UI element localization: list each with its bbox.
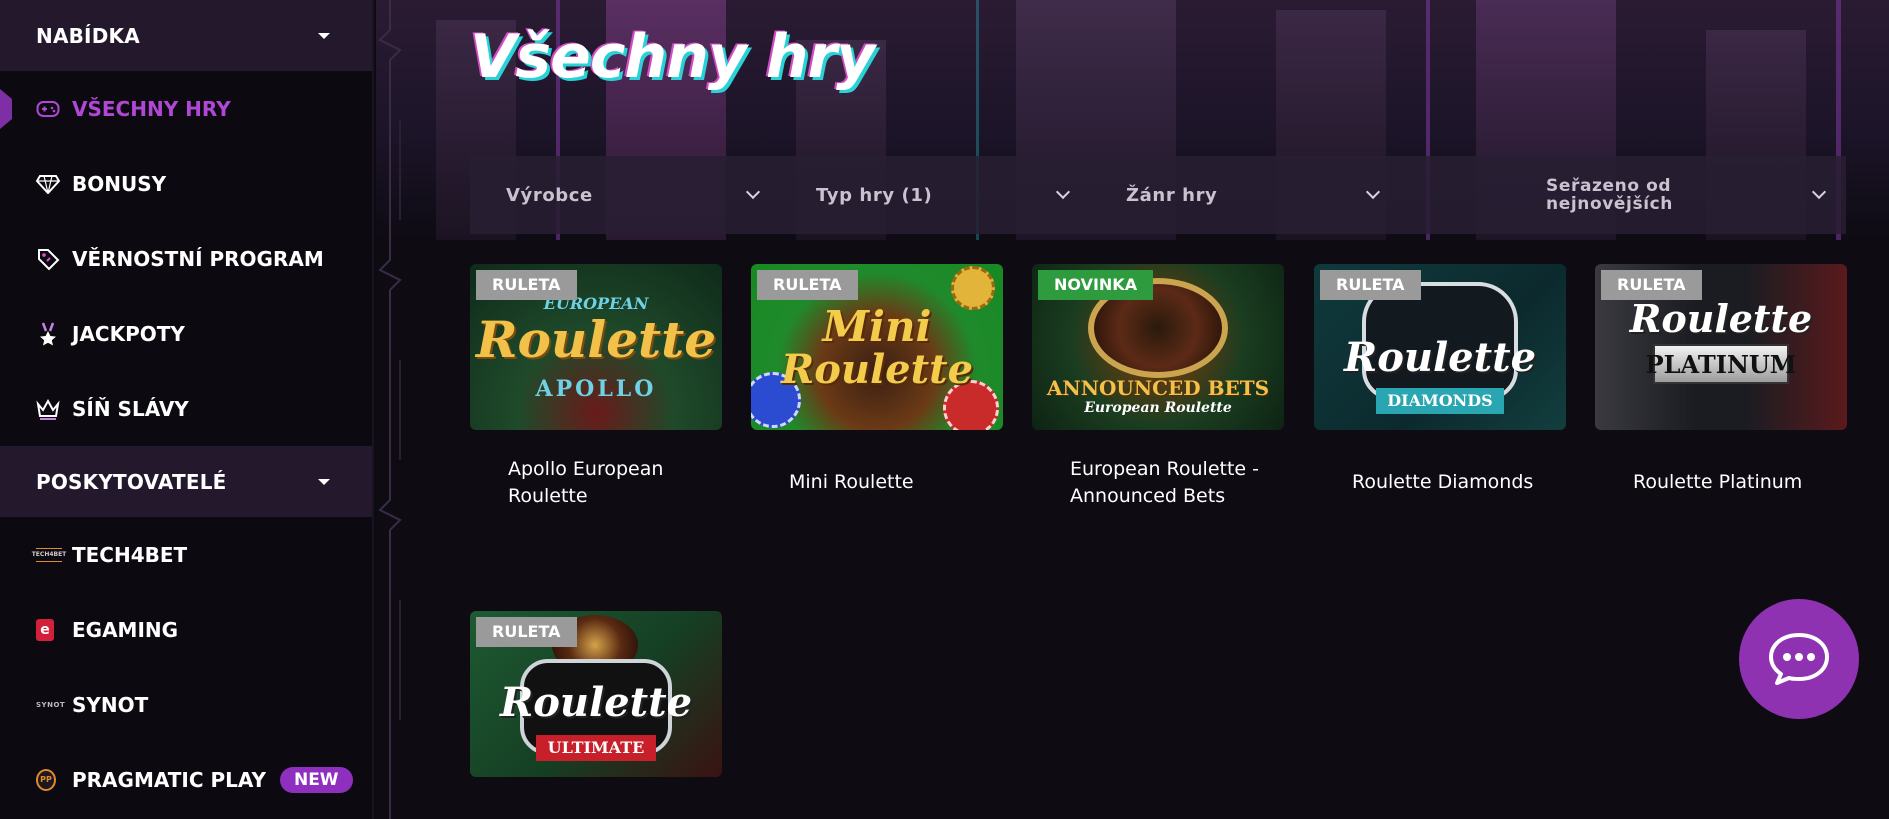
game-title[interactable]: Roulette Diamonds <box>1314 469 1566 496</box>
game-logo-sub: APOLLO <box>535 376 657 402</box>
chevron-down-icon <box>745 184 761 200</box>
chevron-down-icon <box>1055 184 1071 200</box>
synot-logo: SYNOT <box>36 700 66 709</box>
game-logo-main: Roulette <box>475 310 717 369</box>
app-root: NABÍDKA VŠECHNY HRY BONUSY VĚRNOSTNÍ PRO… <box>0 0 1889 819</box>
provider-item-pragmatic-play[interactable]: PP PRAGMATIC PLAY NEW <box>0 742 372 817</box>
game-card-roulette-platinum[interactable]: Roulette PLATINUM RULETA Roulette Platin… <box>1595 264 1847 496</box>
sidebar-item-label: JACKPOTY <box>72 321 185 346</box>
active-indicator <box>0 89 12 129</box>
menu-section-label: NABÍDKA <box>36 23 140 48</box>
game-logo-main: Roulette <box>780 346 974 393</box>
game-logo-sub: European Roulette <box>1084 400 1232 416</box>
menu-section-header[interactable]: NABÍDKA <box>0 0 372 71</box>
providers-section-label: POSKYTOVATELÉ <box>36 469 227 494</box>
sidebar-item-jackpots[interactable]: JACKPOTY <box>0 296 372 371</box>
game-logo-main: Roulette <box>1629 296 1813 341</box>
sidebar-item-all-games[interactable]: VŠECHNY HRY <box>0 71 372 146</box>
caret-down-icon <box>318 32 330 39</box>
filter-vendor-dropdown[interactable]: Výrobce <box>470 156 780 234</box>
game-category-badge: RULETA <box>476 617 577 647</box>
game-thumbnail[interactable]: Roulette DIAMONDS RULETA <box>1314 264 1566 430</box>
game-card-roulette-ultimate[interactable]: Roulette ULTIMATE RULETA <box>470 611 722 777</box>
chevron-down-icon <box>1811 184 1827 200</box>
provider-item-egaming[interactable]: e EGAMING <box>0 592 372 667</box>
caret-down-icon <box>318 478 330 485</box>
game-logo-main: Roulette <box>1343 334 1537 381</box>
medal-icon <box>36 322 60 346</box>
diamond-icon <box>36 172 60 196</box>
game-logo-sub: PLATINUM <box>1645 350 1797 379</box>
sidebar-item-bonuses[interactable]: BONUSY <box>0 146 372 221</box>
chat-bubble-icon <box>1769 633 1829 685</box>
crown-icon <box>36 397 60 421</box>
game-card-roulette-diamonds[interactable]: Roulette DIAMONDS RULETA Roulette Diamon… <box>1314 264 1566 496</box>
provider-item-label: PRAGMATIC PLAY <box>72 767 266 792</box>
game-logo-main: ANNOUNCED BETS <box>1046 376 1270 400</box>
game-title[interactable]: European Roulette - Announced Bets <box>1032 456 1284 510</box>
game-thumbnail[interactable]: EUROPEAN Roulette APOLLO RULETA <box>470 264 722 430</box>
main-content: Všechny hry Výrobce Typ hry (1) Žánr hry… <box>376 0 1889 819</box>
provider-item-label: EGAMING <box>72 617 179 642</box>
game-category-badge: RULETA <box>1601 270 1702 300</box>
game-card-mini-roulette[interactable]: Mini Roulette RULETA Mini Roulette <box>751 264 1003 496</box>
game-logo-top: Mini <box>822 302 932 351</box>
game-card-european-roulette-announced-bets[interactable]: ANNOUNCED BETS European Roulette NOVINKA… <box>1032 264 1284 510</box>
game-title[interactable]: Mini Roulette <box>751 469 1003 496</box>
game-title[interactable]: Apollo European Roulette <box>470 456 722 510</box>
sort-dropdown[interactable]: Seřazeno od nejnovějších <box>1400 156 1846 234</box>
filter-label: Typ hry (1) <box>816 184 933 206</box>
game-category-badge: NOVINKA <box>1038 270 1154 300</box>
provider-item-label: SYNOT <box>72 692 149 717</box>
new-badge: NEW <box>279 766 353 793</box>
game-card-apollo-european-roulette[interactable]: EUROPEAN Roulette APOLLO RULETA Apollo E… <box>470 264 722 510</box>
sidebar-item-label: SÍŇ SLÁVY <box>72 396 189 421</box>
sidebar-item-hall-of-fame[interactable]: SÍŇ SLÁVY <box>0 371 372 446</box>
sidebar-item-label: VĚRNOSTNÍ PROGRAM <box>72 246 324 271</box>
sort-label-line1: Seřazeno od <box>1546 176 1672 196</box>
provider-item-label: TECH4BET <box>72 542 188 567</box>
game-category-badge: RULETA <box>1320 270 1421 300</box>
filter-label: Výrobce <box>506 184 593 206</box>
sidebar: NABÍDKA VŠECHNY HRY BONUSY VĚRNOSTNÍ PRO… <box>0 0 374 819</box>
filter-label: Žánr hry <box>1126 184 1218 206</box>
provider-item-tech4bet[interactable]: TECH4BET TECH4BET <box>0 517 372 592</box>
game-logo-main: Roulette <box>499 679 693 726</box>
game-thumbnail[interactable]: Roulette PLATINUM RULETA <box>1595 264 1847 430</box>
pragmatic-play-logo: PP <box>36 768 56 791</box>
filter-game-type-dropdown[interactable]: Typ hry (1) <box>780 156 1090 234</box>
chevron-down-icon <box>1365 184 1381 200</box>
egaming-logo: e <box>36 618 54 641</box>
game-logo-sub: DIAMONDS <box>1387 391 1493 410</box>
game-category-badge: RULETA <box>476 270 577 300</box>
game-logo-sub: ULTIMATE <box>547 738 645 757</box>
game-category-badge: RULETA <box>757 270 858 300</box>
providers-section-header[interactable]: POSKYTOVATELÉ <box>0 446 372 517</box>
filter-genre-dropdown[interactable]: Žánr hry <box>1090 156 1400 234</box>
game-title[interactable]: Roulette Platinum <box>1595 469 1847 496</box>
loyalty-tag-icon <box>36 247 60 271</box>
provider-item-synot[interactable]: SYNOT SYNOT <box>0 667 372 742</box>
decorative-zigzag <box>378 0 402 819</box>
chat-button[interactable] <box>1739 599 1859 719</box>
game-thumbnail[interactable]: ANNOUNCED BETS European Roulette NOVINKA <box>1032 264 1284 430</box>
sidebar-item-label: BONUSY <box>72 171 167 196</box>
gamepad-icon <box>36 97 60 121</box>
tech4bet-logo: TECH4BET <box>32 547 66 562</box>
sidebar-item-loyalty[interactable]: VĚRNOSTNÍ PROGRAM <box>0 221 372 296</box>
game-thumbnail[interactable]: Roulette ULTIMATE RULETA <box>470 611 722 777</box>
game-thumbnail[interactable]: Mini Roulette RULETA <box>751 264 1003 430</box>
page-title: Všechny hry <box>470 22 875 92</box>
sidebar-item-label: VŠECHNY HRY <box>72 96 231 121</box>
sort-label: Seřazeno od nejnovějších <box>1546 177 1673 213</box>
sort-label-line2: nejnovějších <box>1546 194 1674 214</box>
filter-bar: Výrobce Typ hry (1) Žánr hry Seřazeno od… <box>470 156 1846 234</box>
